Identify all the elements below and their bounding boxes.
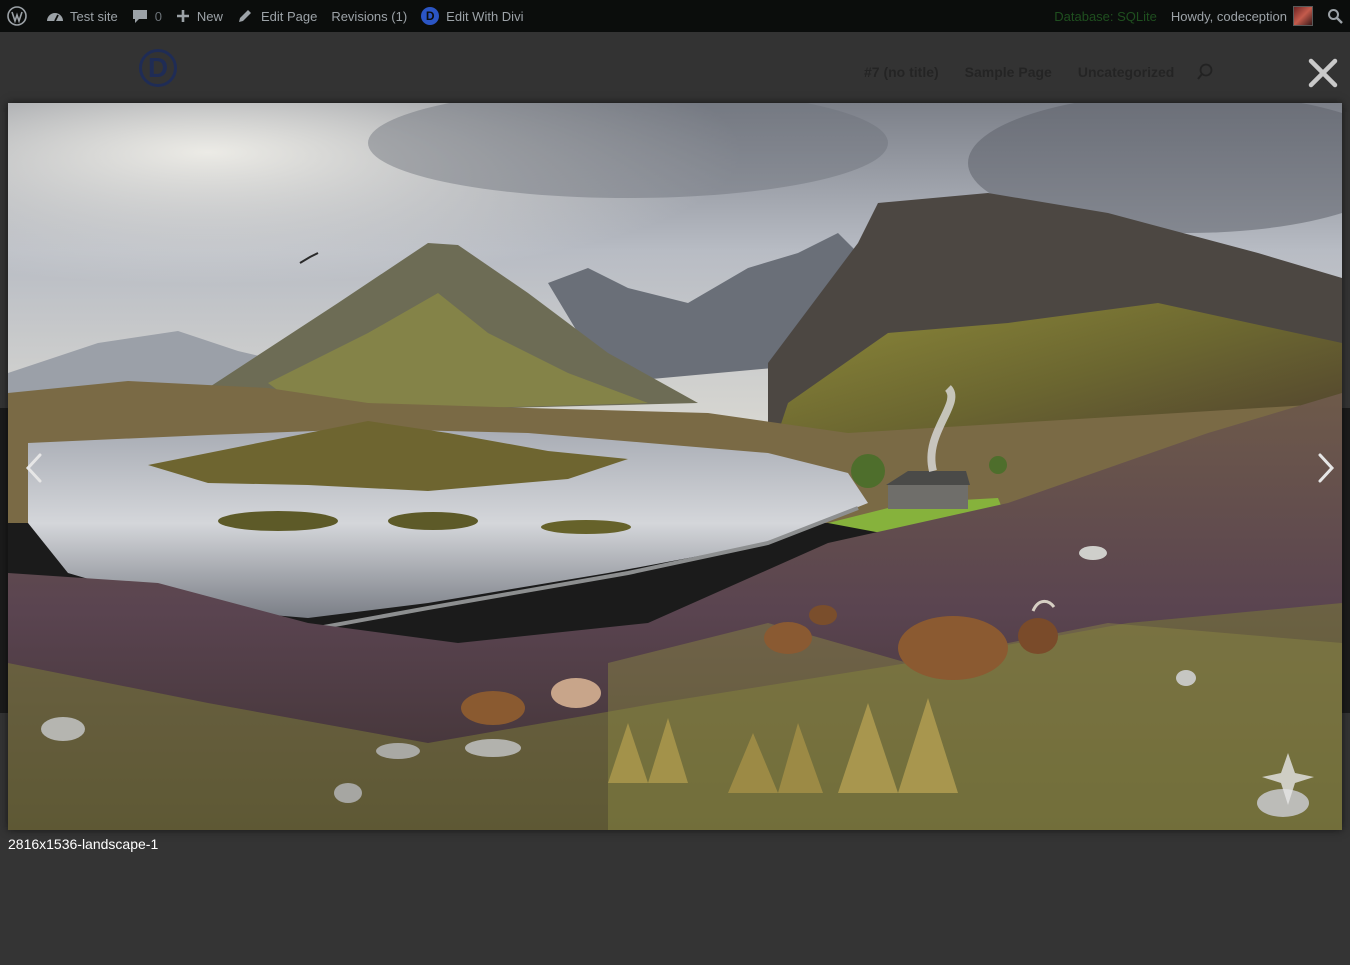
comments-count: 0 <box>154 8 162 24</box>
adminbar-search-button[interactable] <box>1320 0 1350 32</box>
site-name-label: Test site <box>70 8 118 24</box>
divi-icon: D <box>421 7 440 25</box>
dashboard-icon <box>47 13 63 22</box>
edit-page-label: Edit Page <box>260 8 318 24</box>
revisions-label: Revisions (1) <box>331 8 408 24</box>
next-image-button[interactable] <box>1312 450 1340 486</box>
wordpress-logo-button[interactable] <box>0 0 34 32</box>
comments-link[interactable]: 0 <box>125 0 169 32</box>
plus-icon <box>176 10 189 22</box>
site-name-link[interactable]: Test site <box>39 0 125 32</box>
edit-page-link[interactable]: Edit Page <box>230 0 324 32</box>
lightbox-image <box>8 103 1342 830</box>
close-button[interactable] <box>1306 56 1340 90</box>
close-icon <box>1308 58 1338 88</box>
new-content-button[interactable]: New <box>169 0 230 32</box>
search-icon <box>1328 9 1343 24</box>
previous-image-button[interactable] <box>20 450 48 486</box>
pencil-icon <box>238 10 251 22</box>
revisions-link[interactable]: Revisions (1) <box>324 0 414 32</box>
landscape-photo <box>8 103 1342 830</box>
new-label: New <box>196 8 223 24</box>
wordpress-icon <box>7 6 27 26</box>
avatar <box>1293 6 1313 26</box>
my-account-menu[interactable]: Howdy, codeception <box>1164 0 1320 32</box>
chevron-right-icon <box>1318 453 1335 483</box>
howdy-label: Howdy, codeception <box>1170 8 1287 24</box>
chevron-left-icon <box>25 453 42 483</box>
admin-bar: Test site 0 New Edit Page Revisions (1) … <box>0 0 1350 32</box>
image-caption: 2816x1536-landscape-1 <box>8 836 159 852</box>
edit-with-divi-link[interactable]: D Edit With Divi <box>414 0 530 32</box>
edit-with-divi-label: Edit With Divi <box>446 8 524 24</box>
comment-icon <box>132 9 147 23</box>
database-indicator: Database: SQLite <box>1054 8 1157 24</box>
